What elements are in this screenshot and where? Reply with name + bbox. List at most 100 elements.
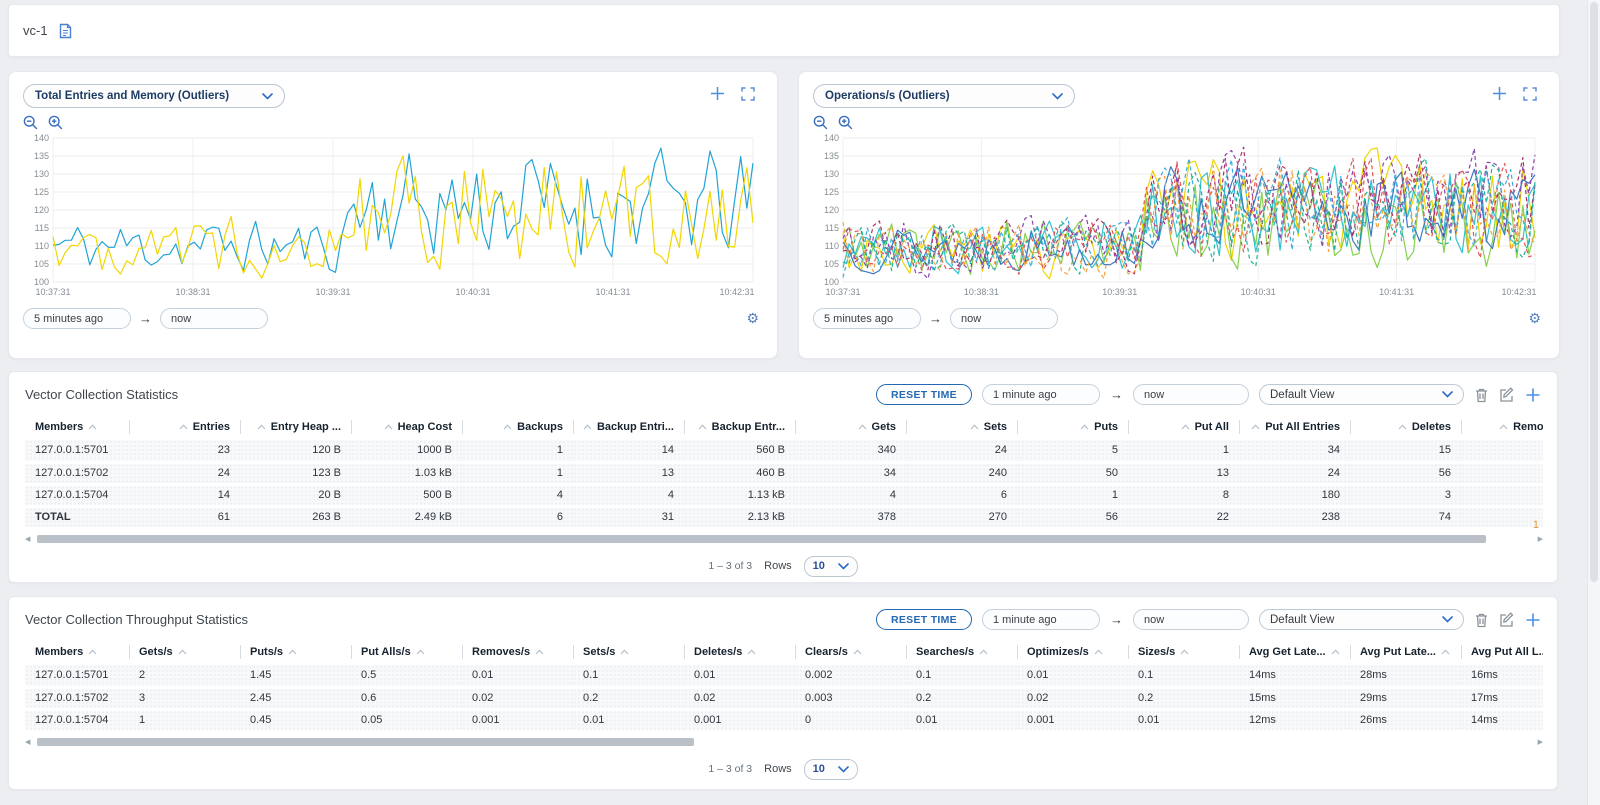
column-label: Backup Entri... bbox=[597, 421, 674, 433]
column-header[interactable]: Puts bbox=[1017, 414, 1128, 440]
add-widget-button[interactable] bbox=[1525, 387, 1541, 403]
column-header[interactable]: Members bbox=[25, 414, 129, 440]
time-from-input[interactable]: 5 minutes ago bbox=[23, 308, 131, 329]
delete-view-button[interactable] bbox=[1474, 612, 1489, 628]
column-header[interactable]: Gets/s bbox=[129, 639, 240, 665]
column-header[interactable]: Backup Entr... bbox=[684, 414, 795, 440]
column-header[interactable]: Put All Entries bbox=[1239, 414, 1350, 440]
scrollbar-thumb[interactable] bbox=[37, 738, 694, 746]
table-time-to-input[interactable]: now bbox=[1133, 384, 1249, 405]
dashboard-page: vc-1 Total Entries and Memory (Outliers)… bbox=[0, 0, 1600, 805]
column-header[interactable]: Avg Put All L... bbox=[1461, 639, 1543, 665]
rows-label: Rows bbox=[764, 560, 792, 572]
scroll-left-icon[interactable]: ◀ bbox=[25, 535, 30, 544]
table-row[interactable]: 127.0.0.1:570410.450.050.0010.010.00100.… bbox=[25, 709, 1543, 731]
expand-chart-icon[interactable] bbox=[1523, 87, 1537, 101]
column-header[interactable]: Gets bbox=[795, 414, 906, 440]
page-size-select[interactable]: 10 bbox=[804, 759, 858, 780]
edit-view-button[interactable] bbox=[1499, 387, 1515, 403]
column-header[interactable]: Avg Put Late... bbox=[1350, 639, 1461, 665]
column-label: Entries bbox=[193, 421, 230, 433]
scroll-right-icon[interactable]: ▶ bbox=[1538, 738, 1543, 747]
column-header[interactable]: Backup Entri... bbox=[573, 414, 684, 440]
table-cell: 15ms bbox=[1239, 687, 1350, 709]
horizontal-scrollbar[interactable]: ◀ ▶ bbox=[25, 738, 1543, 747]
column-header[interactable]: Avg Get Late... bbox=[1239, 639, 1350, 665]
zoom-in-icon[interactable] bbox=[48, 115, 63, 130]
table-row[interactable]: 127.0.0.1:570121.450.50.010.10.010.0020.… bbox=[25, 665, 1543, 687]
svg-text:10:41:31: 10:41:31 bbox=[1379, 287, 1414, 297]
table-row[interactable]: 127.0.0.1:570123120 B1000 B114560 B34024… bbox=[25, 440, 1543, 462]
member-cell: 127.0.0.1:5704 bbox=[25, 709, 129, 731]
time-to-input[interactable]: now bbox=[950, 308, 1058, 329]
view-select[interactable]: Default View bbox=[1259, 609, 1464, 630]
column-header[interactable]: Put All bbox=[1128, 414, 1239, 440]
table-row[interactable]: 127.0.0.1:570232.450.60.020.20.020.0030.… bbox=[25, 687, 1543, 709]
column-header[interactable]: Sets/s bbox=[573, 639, 684, 665]
column-header[interactable]: Puts/s bbox=[240, 639, 351, 665]
edit-view-button[interactable] bbox=[1499, 612, 1515, 628]
column-header[interactable]: Clears/s bbox=[795, 639, 906, 665]
column-header[interactable]: Heap Cost bbox=[351, 414, 462, 440]
table-title: Vector Collection Throughput Statistics bbox=[25, 612, 248, 627]
table-time-from-input[interactable]: 1 minute ago bbox=[982, 609, 1100, 630]
zoom-out-icon[interactable] bbox=[23, 115, 38, 130]
column-header[interactable]: Members bbox=[25, 639, 129, 665]
column-header[interactable]: Put Alls/s bbox=[351, 639, 462, 665]
table-cell: 0.1 bbox=[906, 665, 1017, 687]
horizontal-scrollbar[interactable]: ◀ ▶ bbox=[25, 535, 1543, 544]
chart-settings-gear-icon[interactable]: ⚙ bbox=[746, 310, 759, 327]
page-scrollbar-thumb[interactable] bbox=[1590, 2, 1598, 582]
scrollbar-thumb[interactable] bbox=[37, 535, 1486, 543]
reset-time-button[interactable]: RESET TIME bbox=[876, 384, 972, 405]
column-header[interactable]: Searches/s bbox=[906, 639, 1017, 665]
table-row[interactable]: 127.0.0.1:57041420 B500 B441.13 kB461818… bbox=[25, 484, 1543, 506]
scroll-left-icon[interactable]: ◀ bbox=[25, 738, 30, 747]
entries-memory-line-chart[interactable]: 10010511011512012513013514010:37:3110:38… bbox=[23, 132, 763, 300]
page-scrollbar[interactable] bbox=[1587, 0, 1600, 805]
table-cell: 1 bbox=[462, 440, 573, 462]
table-row[interactable]: 127.0.0.1:570224123 B1.03 kB113460 B3424… bbox=[25, 462, 1543, 484]
edit-icon bbox=[1499, 612, 1515, 628]
page-size-select[interactable]: 10 bbox=[804, 556, 858, 577]
sort-caret-icon bbox=[858, 424, 867, 430]
reset-time-button[interactable]: RESET TIME bbox=[876, 609, 972, 630]
table-time-to-input[interactable]: now bbox=[1133, 609, 1249, 630]
column-header[interactable]: Sets bbox=[906, 414, 1017, 440]
column-header[interactable]: Entry Heap ... bbox=[240, 414, 351, 440]
document-icon[interactable] bbox=[58, 23, 73, 39]
column-header[interactable]: Sizes/s bbox=[1128, 639, 1239, 665]
statistics-table: MembersEntriesEntry Heap ...Heap CostBac… bbox=[25, 414, 1543, 530]
expand-chart-icon[interactable] bbox=[741, 87, 755, 101]
column-header[interactable]: Removes bbox=[1461, 414, 1543, 440]
chart-settings-gear-icon[interactable]: ⚙ bbox=[1528, 310, 1541, 327]
time-from-input[interactable]: 5 minutes ago bbox=[813, 308, 921, 329]
metric-select[interactable]: Operations/s (Outliers) bbox=[813, 84, 1075, 108]
column-label: Avg Get Late... bbox=[1249, 646, 1326, 658]
column-header[interactable]: Deletes/s bbox=[684, 639, 795, 665]
add-chart-icon[interactable] bbox=[1492, 86, 1507, 101]
column-header[interactable]: Entries bbox=[129, 414, 240, 440]
sort-caret-icon bbox=[503, 424, 512, 430]
metric-select[interactable]: Total Entries and Memory (Outliers) bbox=[23, 84, 285, 108]
zoom-in-icon[interactable] bbox=[838, 115, 853, 130]
column-header[interactable]: Deletes bbox=[1350, 414, 1461, 440]
delete-view-button[interactable] bbox=[1474, 387, 1489, 403]
table-cell: 14 bbox=[129, 484, 240, 506]
scroll-right-icon[interactable]: ▶ bbox=[1538, 535, 1543, 544]
zoom-out-icon[interactable] bbox=[813, 115, 828, 130]
column-header[interactable]: Backups bbox=[462, 414, 573, 440]
table-controls: RESET TIME 1 minute ago → now Default Vi… bbox=[876, 384, 1541, 405]
column-header[interactable]: Removes/s bbox=[462, 639, 573, 665]
time-to-input[interactable]: now bbox=[160, 308, 268, 329]
table-cell: 460 B bbox=[684, 462, 795, 484]
table-cell: 1000 B bbox=[351, 440, 462, 462]
table-time-from-input[interactable]: 1 minute ago bbox=[982, 384, 1100, 405]
operations-line-chart[interactable]: 10010511011512012513013514010:37:3110:38… bbox=[813, 132, 1545, 300]
column-header[interactable]: Optimizes/s bbox=[1017, 639, 1128, 665]
add-chart-icon[interactable] bbox=[710, 86, 725, 101]
add-widget-button[interactable] bbox=[1525, 612, 1541, 628]
view-select[interactable]: Default View bbox=[1259, 384, 1464, 405]
table-cell: 0.2 bbox=[1128, 687, 1239, 709]
table-row[interactable]: TOTAL61263 B2.49 kB6312.13 kB37827056222… bbox=[25, 506, 1543, 528]
